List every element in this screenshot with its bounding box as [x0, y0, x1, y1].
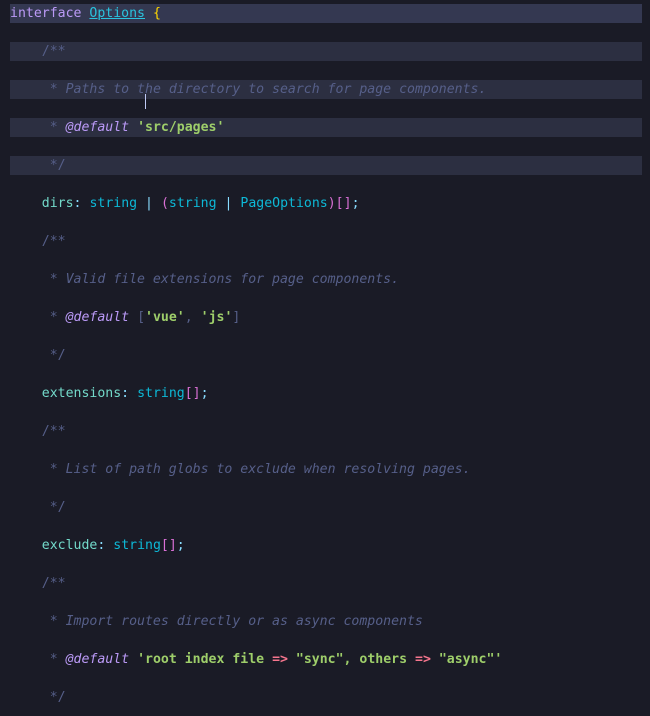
code-line: /** [10, 232, 642, 251]
code-line: /** [10, 422, 642, 441]
code-line: */ [10, 498, 642, 517]
code-line: * Valid file extensions for page compone… [10, 270, 642, 289]
code-line: /** [10, 42, 642, 61]
code-line: * List of path globs to exclude when res… [10, 460, 642, 479]
code-line: /** [10, 574, 642, 593]
code-line: * @default 'src/pages' [10, 118, 642, 137]
code-editor[interactable]: interface Options { /** * Paths to the d… [0, 0, 650, 716]
code-line: */ [10, 688, 642, 707]
code-line: extensions: string[]; [10, 384, 642, 403]
code-line: */ [10, 156, 642, 175]
code-line: * @default ['vue', 'js'] [10, 308, 642, 327]
code-line: exclude: string[]; [10, 536, 642, 555]
code-line: dirs: string | (string | PageOptions)[]; [10, 194, 642, 213]
code-line: */ [10, 346, 642, 365]
code-line: * @default 'root index file => "sync", o… [10, 650, 642, 669]
code-line: interface Options { [10, 4, 642, 23]
code-line: * Paths to the directory to search for p… [10, 80, 642, 99]
code-line: * Import routes directly or as async com… [10, 612, 642, 631]
